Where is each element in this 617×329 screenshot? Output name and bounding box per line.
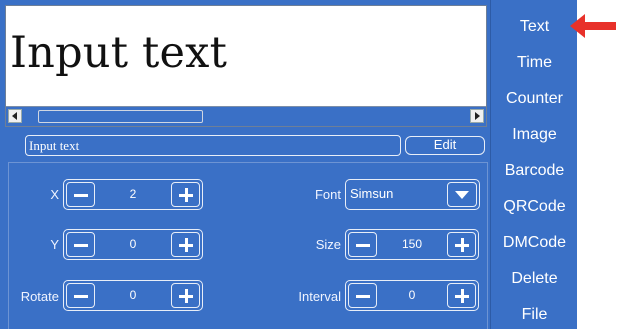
size-value[interactable]: 150: [379, 230, 445, 258]
rotate-decrement-button[interactable]: [66, 283, 95, 308]
interval-increment-button[interactable]: [447, 283, 476, 308]
x-increment-button[interactable]: [171, 182, 200, 207]
minus-icon: [74, 194, 88, 197]
parameters-group: X 2 Y 0 Rotate 0 Font Simsun Size 150 In…: [8, 162, 488, 329]
font-select[interactable]: Simsun: [345, 179, 480, 210]
menu-item-dmcode[interactable]: DMCode: [491, 225, 578, 261]
interval-stepper: 0: [345, 280, 479, 311]
menu-item-delete[interactable]: Delete: [491, 261, 578, 297]
x-stepper: 2: [63, 179, 203, 210]
size-label: Size: [315, 237, 341, 252]
menu-item-text[interactable]: Text: [491, 9, 578, 45]
arrow-right-icon: [475, 112, 480, 120]
x-value[interactable]: 2: [97, 180, 169, 208]
rotate-increment-button[interactable]: [171, 283, 200, 308]
interval-label: Interval: [298, 289, 341, 304]
rotate-label: Rotate: [20, 289, 59, 304]
size-decrement-button[interactable]: [348, 232, 377, 257]
minus-icon: [74, 244, 88, 247]
rotate-value[interactable]: 0: [97, 281, 169, 309]
menu-item-time[interactable]: Time: [491, 45, 578, 81]
x-label: X: [50, 187, 59, 202]
text-preview: Input text: [5, 5, 487, 127]
x-decrement-button[interactable]: [66, 182, 95, 207]
scroll-left-button[interactable]: [8, 109, 22, 123]
font-dropdown-button[interactable]: [447, 182, 477, 207]
text-input-row: Edit: [25, 135, 485, 157]
font-value: Simsun: [350, 186, 394, 201]
edit-button[interactable]: Edit: [405, 136, 485, 155]
y-increment-button[interactable]: [171, 232, 200, 257]
menu-item-file[interactable]: File: [491, 297, 578, 329]
scroll-right-button[interactable]: [470, 109, 484, 123]
minus-icon: [356, 244, 370, 247]
arrow-left-icon: [12, 112, 17, 120]
annotation-arrow-icon: [570, 14, 616, 38]
y-decrement-button[interactable]: [66, 232, 95, 257]
y-value[interactable]: 0: [97, 230, 169, 258]
menu-item-qrcode[interactable]: QRCode: [491, 189, 578, 225]
font-label: Font: [314, 187, 341, 202]
interval-value[interactable]: 0: [379, 281, 445, 309]
minus-icon: [74, 295, 88, 298]
horizontal-scrollbar[interactable]: [6, 106, 486, 126]
caret-down-icon: [455, 191, 469, 199]
side-menu: Text Time Counter Image Barcode QRCode D…: [490, 0, 577, 329]
editor-panel: Input text Edit X 2 Y 0 Rotate 0: [0, 0, 490, 329]
size-stepper: 150: [345, 229, 479, 260]
menu-item-counter[interactable]: Counter: [491, 81, 578, 117]
text-input[interactable]: [25, 135, 401, 156]
size-increment-button[interactable]: [447, 232, 476, 257]
minus-icon: [356, 295, 370, 298]
menu-item-image[interactable]: Image: [491, 117, 578, 153]
y-stepper: 0: [63, 229, 203, 260]
scrollbar-thumb[interactable]: [38, 110, 203, 123]
preview-text: Input text: [10, 28, 228, 78]
interval-decrement-button[interactable]: [348, 283, 377, 308]
menu-item-barcode[interactable]: Barcode: [491, 153, 578, 189]
rotate-stepper: 0: [63, 280, 203, 311]
y-label: Y: [50, 237, 59, 252]
